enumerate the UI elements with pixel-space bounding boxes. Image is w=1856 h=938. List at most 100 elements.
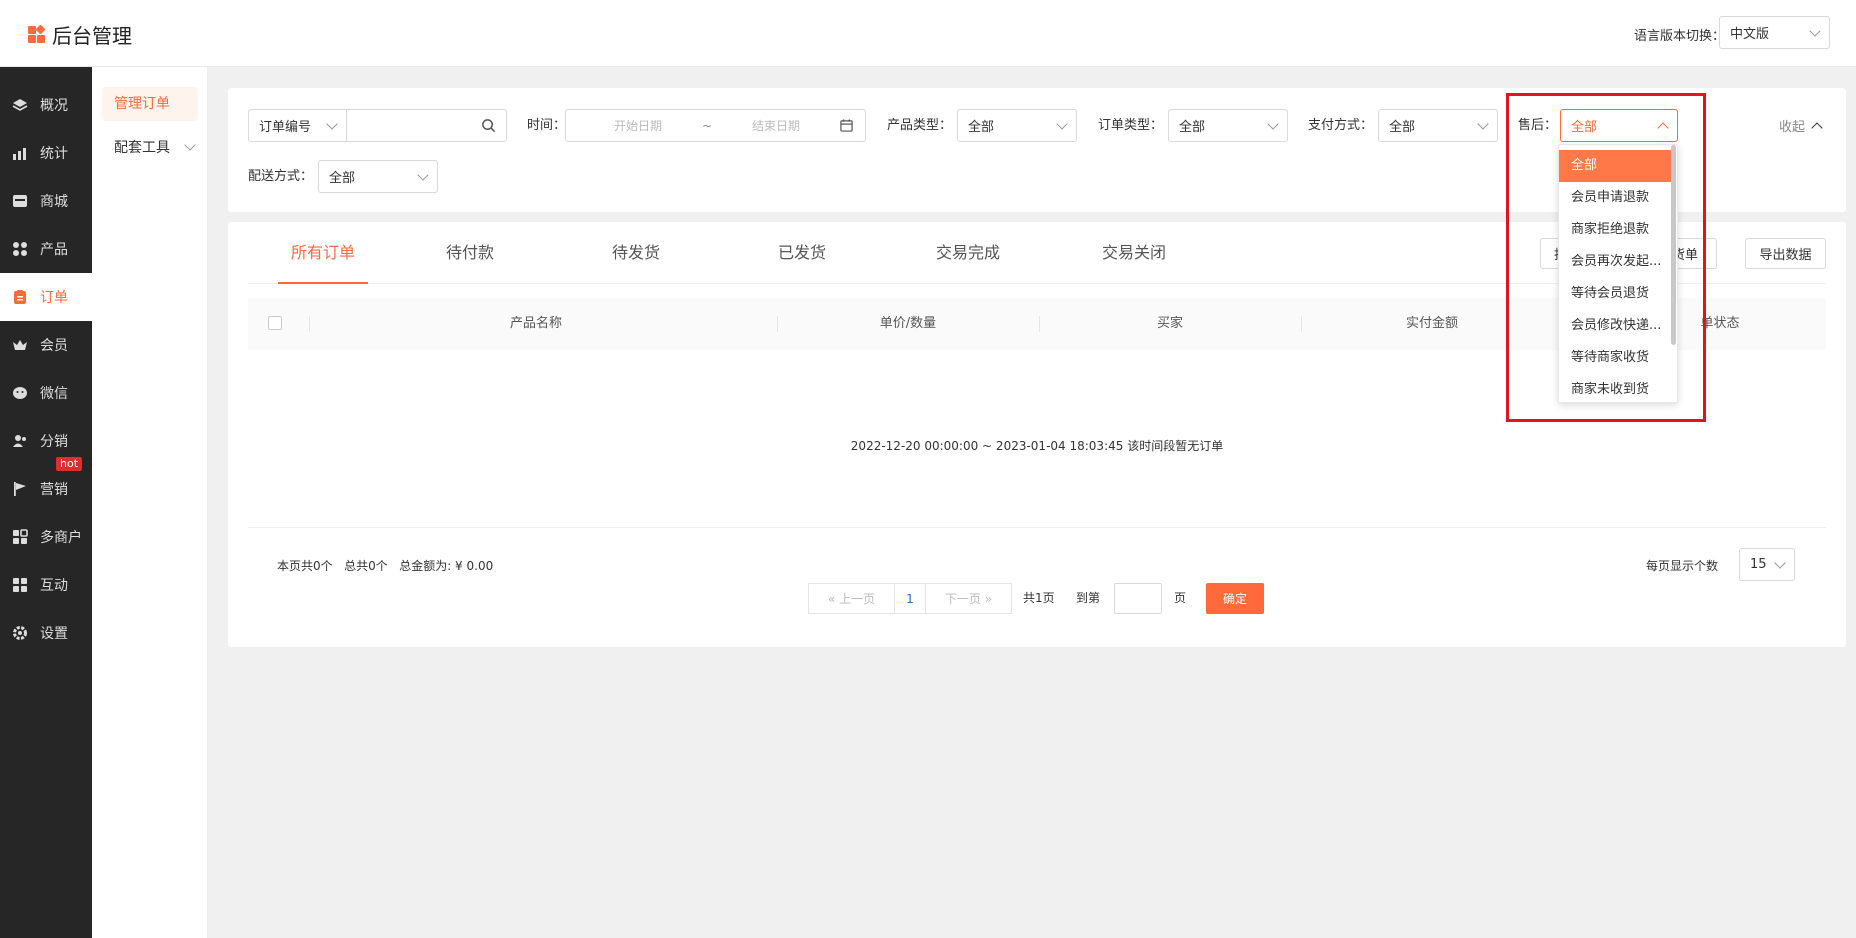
double-chevron-left-icon: « — [827, 591, 836, 606]
page-number[interactable]: 1 — [894, 583, 926, 614]
divider — [248, 527, 1826, 528]
payment-label: 支付方式： — [1308, 118, 1374, 133]
tab-completed[interactable]: 交易完成 — [923, 222, 1013, 284]
app-title: 后台管理 — [52, 24, 132, 48]
column-buyer: 买家 — [1156, 316, 1183, 331]
sidebar-item-members[interactable]: 会员 — [0, 321, 92, 369]
order-type-select[interactable]: 全部 — [1168, 109, 1288, 142]
tab-all-orders[interactable]: 所有订单 — [278, 222, 368, 284]
delivery-label: 配送方式： — [248, 169, 314, 184]
language-value: 中文版 — [1730, 27, 1770, 42]
sidebar-item-label: 会员 — [40, 338, 68, 354]
chevron-down-icon — [1477, 117, 1489, 130]
chevron-down-icon — [1809, 24, 1821, 37]
search-icon[interactable] — [481, 118, 496, 133]
delivery-select[interactable]: 全部 — [318, 160, 438, 193]
order-field-select[interactable]: 订单编号 — [248, 109, 347, 142]
sidebar-item-wechat[interactable]: 微信 — [0, 369, 92, 417]
prev-page-button[interactable]: « 上一页 — [808, 583, 895, 614]
sidebar-item-overview[interactable]: 概况 — [0, 81, 92, 129]
shop-icon — [13, 195, 27, 207]
sidebar-item-label: 统计 — [40, 146, 68, 162]
sidebar-item-label: 商城 — [40, 194, 68, 210]
double-chevron-right-icon: » — [984, 591, 993, 606]
logo-icon — [28, 24, 46, 44]
payment-select[interactable]: 全部 — [1378, 109, 1498, 142]
store-icon — [13, 529, 28, 544]
chart-icon — [13, 148, 26, 160]
collapse-toggle[interactable]: 收起 — [1779, 109, 1823, 142]
crown-icon — [13, 340, 27, 350]
sub-sidebar: 管理订单 配套工具 — [92, 67, 208, 938]
per-page-select[interactable]: 15 — [1739, 548, 1795, 581]
language-select[interactable]: 中文版 — [1719, 16, 1830, 49]
product-type-select[interactable]: 全部 — [957, 109, 1077, 142]
chevron-up-icon — [1811, 121, 1823, 134]
time-label: 时间： — [527, 118, 567, 133]
subnav-item-tools[interactable]: 配套工具 — [102, 131, 198, 165]
sidebar-item-orders[interactable]: 订单 — [0, 273, 92, 321]
confirm-button[interactable]: 确定 — [1206, 583, 1264, 614]
chevron-down-icon — [1056, 117, 1068, 130]
calendar-icon — [840, 119, 853, 132]
tab-shipped[interactable]: 已发货 — [757, 222, 847, 284]
goto-page-input[interactable] — [1114, 583, 1162, 614]
sidebar-item-label: 营销 — [40, 482, 68, 498]
highlight-box — [1506, 93, 1706, 422]
sidebar-item-label: 多商户 — [40, 530, 82, 546]
language-label: 语言版本切换： — [1634, 29, 1726, 44]
total-pages: 共1页 — [1023, 591, 1055, 605]
end-date-input[interactable]: 结束日期 — [752, 117, 800, 134]
sidebar-item-label: 互动 — [40, 578, 68, 594]
page-unit-label: 页 — [1174, 591, 1187, 605]
order-search-input[interactable] — [346, 109, 507, 142]
sidebar-item-multi-merchant[interactable]: 多商户 — [0, 513, 92, 561]
delivery-value: 全部 — [329, 171, 356, 186]
page-count: 本页共0个 — [277, 559, 333, 573]
tab-pending-payment[interactable]: 待付款 — [425, 222, 515, 284]
chevron-down-icon — [417, 168, 429, 181]
grid-icon — [13, 242, 27, 256]
order-field-value: 订单编号 — [259, 120, 312, 135]
sidebar-item-label: 产品 — [40, 242, 68, 258]
per-page-label: 每页显示个数 — [1646, 559, 1719, 573]
sidebar-item-interaction[interactable]: 互动 — [0, 561, 92, 609]
prev-label: 上一页 — [839, 592, 876, 606]
column-product-name: 产品名称 — [509, 316, 562, 331]
start-date-input[interactable]: 开始日期 — [614, 117, 662, 134]
total-amount: 总金额为: ¥ 0.00 — [399, 559, 494, 573]
sidebar-item-label: 微信 — [40, 386, 68, 402]
wechat-icon — [13, 387, 27, 399]
app-logo: 后台管理 — [28, 20, 132, 49]
next-page-button[interactable]: 下一页 » — [925, 583, 1012, 614]
tab-closed[interactable]: 交易关闭 — [1089, 222, 1179, 284]
sidebar-item-label: 设置 — [40, 626, 68, 642]
apps-icon — [13, 578, 27, 592]
range-separator: ~ — [701, 118, 713, 133]
users-icon — [13, 435, 26, 447]
export-data-button[interactable]: 导出数据 — [1745, 238, 1826, 269]
collapse-label: 收起 — [1779, 120, 1806, 135]
gear-icon — [13, 626, 27, 640]
empty-orders-message: 2022-12-20 00:00:00 ~ 2023-01-04 18:03:4… — [850, 439, 1224, 453]
sidebar-item-settings[interactable]: 设置 — [0, 609, 92, 657]
sidebar-item-mall[interactable]: 商城 — [0, 177, 92, 225]
per-page-value: 15 — [1750, 557, 1767, 572]
sidebar-item-marketing[interactable]: 营销 hot — [0, 457, 92, 513]
flag-icon — [14, 482, 26, 496]
next-label: 下一页 — [944, 592, 981, 606]
chevron-down-icon — [184, 139, 197, 151]
select-all-checkbox[interactable] — [268, 316, 282, 330]
sidebar-item-statistics[interactable]: 统计 — [0, 129, 92, 177]
top-header: 后台管理 语言版本切换： 中文版 — [0, 0, 1856, 67]
date-range-picker[interactable]: 开始日期 ~ 结束日期 — [565, 109, 866, 142]
goto-label: 到第 — [1076, 591, 1101, 605]
subnav-item-label: 配套工具 — [114, 140, 170, 156]
order-type-value: 全部 — [1179, 120, 1206, 135]
sidebar-item-products[interactable]: 产品 — [0, 225, 92, 273]
subnav-item-manage-orders[interactable]: 管理订单 — [102, 87, 198, 121]
chevron-down-icon — [326, 117, 338, 130]
tab-pending-shipment[interactable]: 待发货 — [591, 222, 681, 284]
column-price-quantity: 单价/数量 — [879, 316, 937, 331]
total-count: 总共0个 — [344, 559, 388, 573]
